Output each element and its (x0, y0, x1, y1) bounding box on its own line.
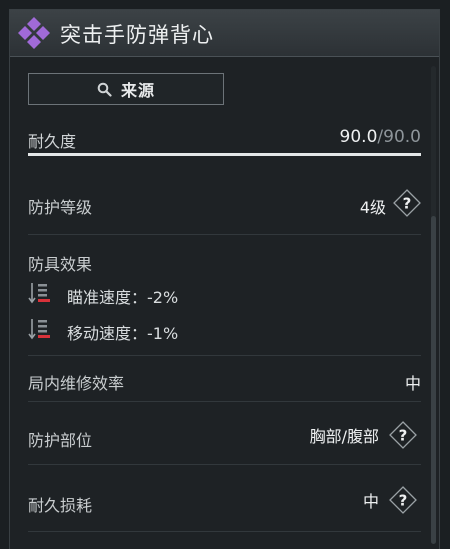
question-diamond-icon[interactable]: ? (393, 189, 421, 217)
durability-current: 90.0 (339, 127, 378, 147)
svg-text:?: ? (399, 427, 408, 445)
scrollbar-thumb[interactable] (431, 216, 436, 544)
durability-label: 耐久度 (28, 132, 77, 151)
search-icon (97, 82, 112, 97)
question-diamond-icon[interactable]: ? (389, 421, 417, 449)
divider (28, 464, 421, 465)
item-detail-panel: 突击手防弹背心 来源 耐久度 90.0/90.0 防护等级 4级 ? 防具效果 … (9, 9, 440, 549)
source-button-label: 来源 (120, 81, 155, 100)
down-bars-red-icon (28, 319, 50, 340)
durability-loss-label: 耐久损耗 (28, 496, 93, 515)
durability-bar (28, 153, 421, 156)
durability-bar-fill (28, 153, 421, 156)
svg-text:?: ? (399, 492, 408, 510)
repair-efficiency-value: 中 (404, 374, 421, 393)
armor-effects-label: 防具效果 (28, 255, 93, 274)
divider (28, 531, 421, 532)
scrollbar[interactable] (431, 66, 436, 544)
question-diamond-icon[interactable]: ? (389, 486, 417, 514)
divider (28, 234, 421, 235)
divider (28, 355, 421, 356)
repair-efficiency-label: 局内维修效率 (28, 374, 125, 393)
effect-aim-speed: 瞄准速度：-2% (67, 288, 179, 307)
protection-level-value: 4级 (359, 198, 386, 217)
svg-text:?: ? (403, 195, 412, 213)
title-bar: 突击手防弹背心 (10, 10, 439, 57)
protected-area-label: 防护部位 (28, 431, 93, 450)
effect-move-speed: 移动速度：-1% (67, 324, 179, 343)
protection-level-label: 防护等级 (28, 198, 93, 217)
source-button[interactable]: 来源 (28, 73, 224, 105)
durability-max: 90.0 (383, 127, 421, 147)
down-bars-red-icon (28, 283, 50, 304)
divider (28, 401, 421, 402)
durability-loss-value: 中 (362, 492, 379, 511)
durability-value: 90.0/90.0 (340, 127, 421, 147)
item-title: 突击手防弹背心 (60, 23, 214, 47)
protected-area-value: 胸部/腹部 (309, 427, 379, 446)
purple-diamond-cluster-icon (18, 17, 50, 49)
